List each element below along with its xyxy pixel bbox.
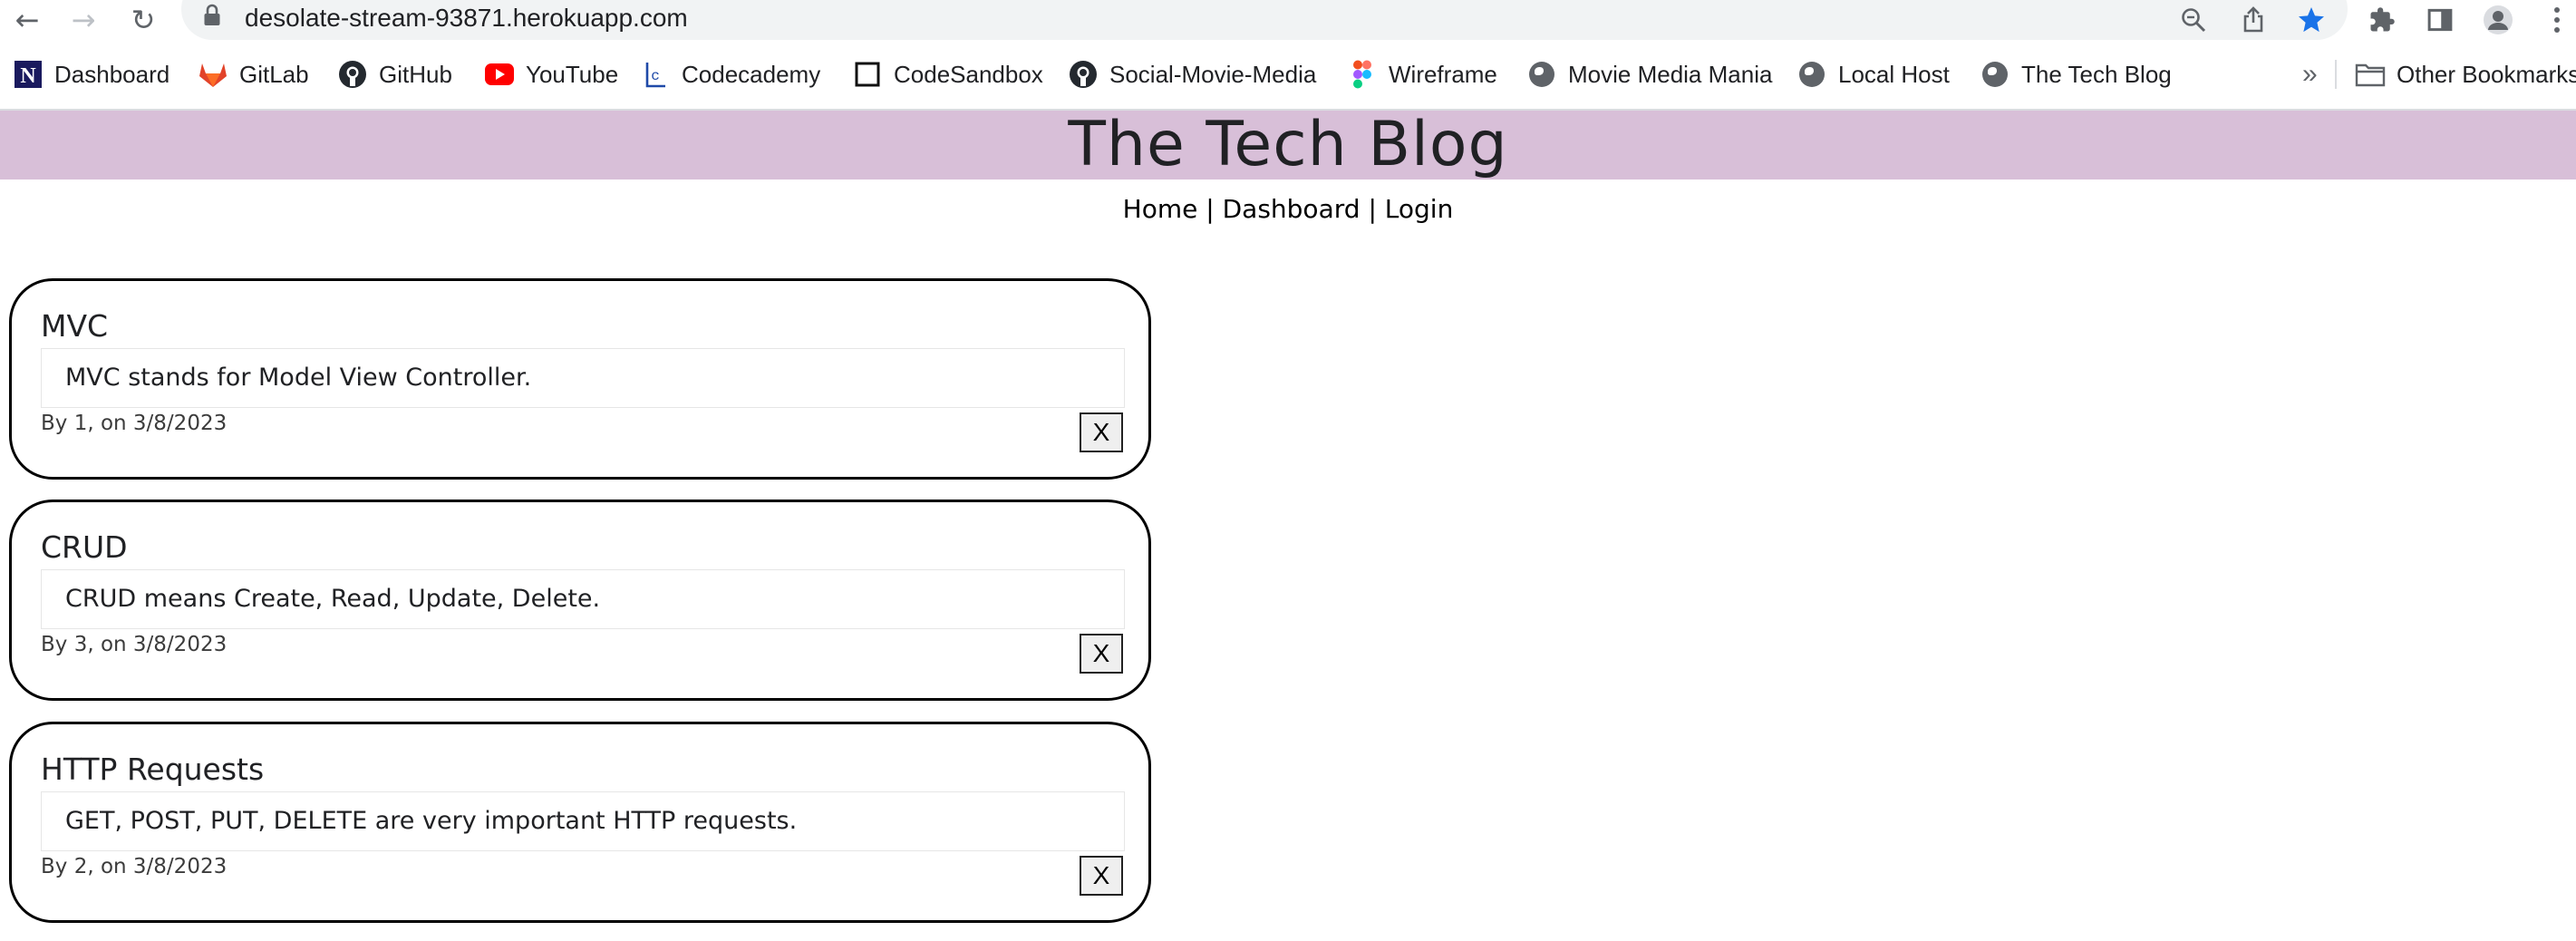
nav-dashboard-link[interactable]: Dashboard xyxy=(1223,194,1361,224)
folder-icon xyxy=(2355,59,2386,90)
notion-icon: N xyxy=(13,59,44,90)
globe-icon xyxy=(1980,59,2010,90)
bookmark-label: YouTube xyxy=(526,60,619,88)
bookmark-label: Codecademy xyxy=(682,60,821,88)
bookmark-codecademy[interactable]: c Codecademy xyxy=(640,40,820,109)
post-title: MVC xyxy=(41,308,109,344)
bookmarks-bar: N Dashboard GitLab GitHub YouTube c Code… xyxy=(0,40,2576,111)
figma-icon xyxy=(1347,59,1378,90)
profile-avatar-icon[interactable] xyxy=(2476,0,2520,40)
bookmark-label: Social-Movie-Media xyxy=(1109,60,1317,88)
post-card: MVC MVC stands for Model View Controller… xyxy=(9,278,1151,480)
bookmark-other-bookmarks[interactable]: Other Bookmarks xyxy=(2355,40,2576,109)
codesandbox-icon xyxy=(852,59,883,90)
svg-text:N: N xyxy=(20,64,36,88)
forward-icon[interactable]: → xyxy=(63,0,103,40)
side-panel-icon[interactable] xyxy=(2418,0,2462,40)
globe-icon xyxy=(1526,59,1557,90)
share-icon[interactable] xyxy=(2232,0,2275,40)
browser-toolbar: ← → ↻ desolate-stream-93871.herokuapp.co… xyxy=(0,0,2576,40)
nav-login-link[interactable]: Login xyxy=(1385,194,1454,224)
bookmark-social-movie-media[interactable]: Social-Movie-Media xyxy=(1068,40,1316,109)
post-meta: By 2, on 3/8/2023 xyxy=(41,855,228,878)
site-nav: Home | Dashboard | Login xyxy=(0,194,2576,224)
post-meta: By 3, on 3/8/2023 xyxy=(41,633,228,656)
delete-post-button[interactable]: X xyxy=(1080,412,1123,452)
overflow-chevron-icon: » xyxy=(2302,59,2318,89)
post-title: CRUD xyxy=(41,529,128,565)
delete-post-button[interactable]: X xyxy=(1080,634,1123,674)
bookmark-local-host[interactable]: Local Host xyxy=(1796,40,1950,109)
bookmark-movie-media-mania[interactable]: Movie Media Mania xyxy=(1526,40,1772,109)
post-body: GET, POST, PUT, DELETE are very importan… xyxy=(41,791,1125,851)
bookmark-wireframe[interactable]: Wireframe xyxy=(1347,40,1497,109)
gitlab-icon xyxy=(198,59,228,90)
bookmark-gitlab[interactable]: GitLab xyxy=(198,40,309,109)
bookmark-the-tech-blog[interactable]: The Tech Blog xyxy=(1980,40,2172,109)
bookmark-label: Movie Media Mania xyxy=(1568,60,1773,88)
bookmark-label: Wireframe xyxy=(1389,60,1497,88)
reload-icon[interactable]: ↻ xyxy=(123,0,163,40)
post-card: CRUD CRUD means Create, Read, Update, De… xyxy=(9,500,1151,701)
svg-text:c: c xyxy=(651,68,660,84)
post-meta: By 1, on 3/8/2023 xyxy=(41,412,228,435)
bookmark-label: Local Host xyxy=(1838,60,1950,88)
bookmarks-divider xyxy=(2335,60,2337,89)
bookmark-youtube[interactable]: YouTube xyxy=(484,40,618,109)
bookmark-label: Other Bookmarks xyxy=(2397,60,2576,88)
site-title: The Tech Blog xyxy=(1068,109,1508,180)
url-text[interactable]: desolate-stream-93871.herokuapp.com xyxy=(245,0,688,36)
zoom-icon[interactable] xyxy=(2172,0,2215,40)
bookmark-label: Dashboard xyxy=(54,60,170,88)
post-body: MVC stands for Model View Controller. xyxy=(41,348,1125,408)
delete-post-button[interactable]: X xyxy=(1080,856,1123,896)
codecademy-icon: c xyxy=(640,59,671,90)
extensions-icon[interactable] xyxy=(2360,0,2404,40)
back-icon[interactable]: ← xyxy=(7,0,47,40)
bookmark-star-icon[interactable] xyxy=(2290,0,2333,40)
bookmarks-overflow-button[interactable]: » xyxy=(2302,40,2318,109)
bookmark-dashboard[interactable]: N Dashboard xyxy=(13,40,169,109)
bookmark-github[interactable]: GitHub xyxy=(337,40,452,109)
bookmark-label: GitLab xyxy=(239,60,309,88)
youtube-icon xyxy=(484,59,515,90)
post-body: CRUD means Create, Read, Update, Delete. xyxy=(41,569,1125,629)
nav-separator: | xyxy=(1368,194,1377,224)
globe-icon xyxy=(1796,59,1827,90)
bookmark-label: GitHub xyxy=(379,60,452,88)
post-card: HTTP Requests GET, POST, PUT, DELETE are… xyxy=(9,722,1151,923)
bookmark-label: The Tech Blog xyxy=(2021,60,2172,88)
menu-kebab-icon[interactable] xyxy=(2538,0,2576,40)
nav-home-link[interactable]: Home xyxy=(1123,194,1198,224)
lock-icon[interactable] xyxy=(203,4,221,27)
github-icon xyxy=(337,59,368,90)
site-header: The Tech Blog xyxy=(0,111,2576,179)
github-icon xyxy=(1068,59,1099,90)
bookmark-label: CodeSandbox xyxy=(894,60,1043,88)
nav-separator: | xyxy=(1206,194,1215,224)
bookmark-codesandbox[interactable]: CodeSandbox xyxy=(852,40,1043,109)
post-title: HTTP Requests xyxy=(41,752,265,787)
